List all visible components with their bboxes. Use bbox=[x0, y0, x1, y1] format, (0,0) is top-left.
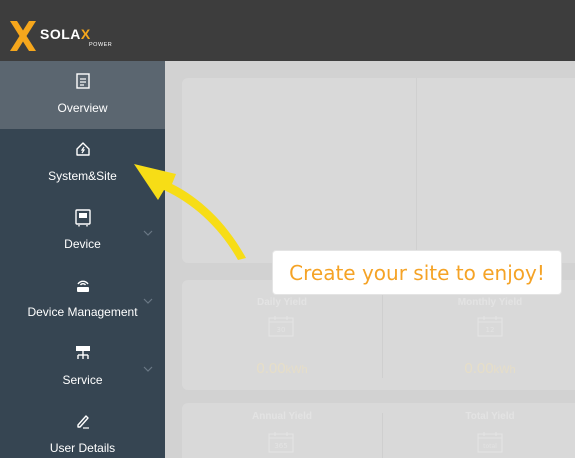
svg-text:365: 365 bbox=[274, 442, 287, 450]
svg-text:total: total bbox=[483, 443, 497, 450]
onboarding-tooltip[interactable]: Create your site to enjoy! bbox=[272, 250, 562, 295]
divider bbox=[416, 78, 417, 263]
monthly-yield-value: 0.00kWh bbox=[464, 360, 516, 377]
solax-logo[interactable]: SOLAX POWER bbox=[8, 21, 118, 51]
sidebar-item-overview[interactable]: Overview bbox=[0, 61, 165, 129]
total-yield-label: Total Yield bbox=[465, 411, 515, 422]
pencil-icon bbox=[76, 415, 89, 429]
document-icon bbox=[75, 73, 90, 89]
chevron-down-icon[interactable] bbox=[143, 297, 153, 305]
sidebar-item-label: Device Management bbox=[27, 305, 138, 319]
monthly-yield-label: Monthly Yield bbox=[457, 297, 523, 308]
router-icon bbox=[76, 280, 89, 292]
network-icon bbox=[75, 346, 90, 359]
sidebar-item-user-details[interactable]: User Details bbox=[0, 401, 165, 458]
sidebar-item-service[interactable]: Service bbox=[0, 333, 165, 401]
chevron-down-icon[interactable] bbox=[143, 365, 153, 373]
daily-yield-label: Daily Yield bbox=[256, 297, 308, 308]
divider bbox=[382, 413, 383, 458]
house-icon bbox=[75, 142, 90, 156]
annual-yield-label: Annual Yield bbox=[251, 411, 312, 422]
sidebar-item-label: Overview bbox=[57, 101, 108, 115]
calendar-icon: total bbox=[477, 432, 503, 453]
guide-arrow-icon bbox=[134, 164, 246, 260]
sidebar-item-label: User Details bbox=[49, 441, 116, 455]
yield-card-row-1: Daily Yield 30 0.00kWh Monthly Yield 12 … bbox=[182, 280, 575, 390]
sidebar-item-label: Service bbox=[62, 373, 103, 387]
inverter-icon bbox=[74, 209, 91, 227]
daily-yield-value: 0.00kWh bbox=[256, 360, 308, 377]
calendar-icon: 30 bbox=[268, 316, 294, 337]
calendar-icon: 365 bbox=[268, 432, 294, 453]
divider bbox=[382, 292, 383, 378]
brand-name: SOLAX bbox=[40, 26, 91, 42]
tooltip-text: Create your site to enjoy! bbox=[289, 260, 545, 285]
svg-text:30: 30 bbox=[277, 326, 286, 334]
yield-card-row-2: Annual Yield 365 Total Yield total bbox=[182, 403, 575, 458]
top-bar: SOLAX POWER bbox=[0, 0, 575, 61]
calendar-icon: 12 bbox=[477, 316, 503, 337]
svg-text:12: 12 bbox=[486, 326, 495, 334]
sidebar-item-device-management[interactable]: Device Management bbox=[0, 265, 165, 333]
brand-tagline: POWER bbox=[89, 42, 113, 48]
solax-x-logo-icon bbox=[10, 21, 36, 51]
